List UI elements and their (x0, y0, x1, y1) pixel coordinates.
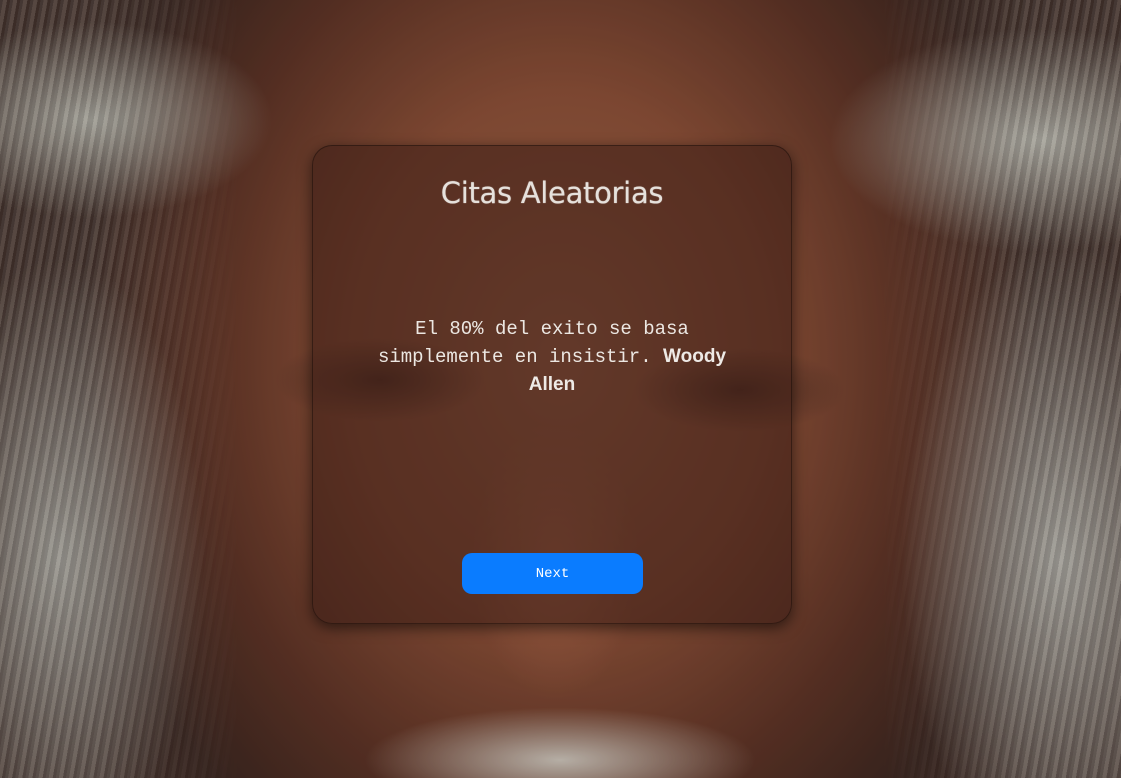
next-button[interactable]: Next (462, 553, 643, 594)
quote-block: El 80% del exito se basa simplemente en … (363, 316, 741, 399)
quote-text: El 80% del exito se basa simplemente en … (377, 318, 689, 368)
page-title: Citas Aleatorias (440, 176, 664, 210)
quote-card: Citas Aleatorias El 80% del exito se bas… (312, 145, 792, 624)
